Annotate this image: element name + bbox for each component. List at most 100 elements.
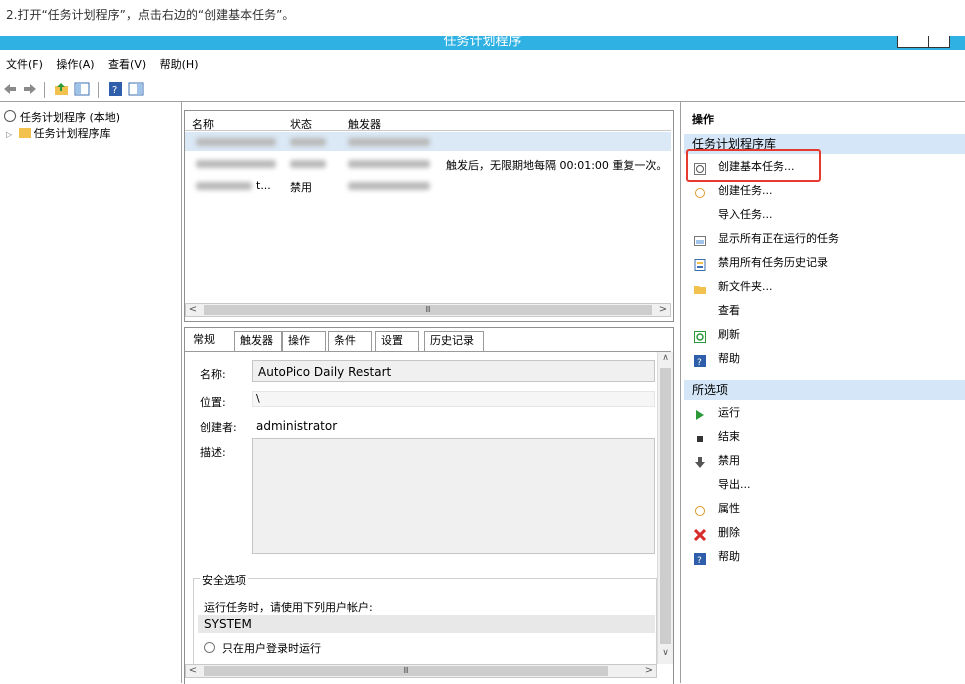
header-divider (185, 130, 671, 131)
name-label: 名称: (200, 368, 226, 381)
action-disable[interactable]: 禁用 (684, 450, 965, 472)
expand-arrow-icon[interactable]: ▷ (6, 130, 12, 139)
action-refresh[interactable]: 刷新 (684, 324, 965, 346)
section-selected-item[interactable]: 所选项 (684, 380, 965, 400)
refresh-icon (694, 329, 706, 343)
instruction-caption: 2.打开“任务计划程序”，点击右边的“创建基本任务”。 (6, 8, 295, 22)
navigation-tree: 任务计划程序 (本地) ▷ 任务计划程序库 (4, 110, 120, 142)
run-as-label: 运行任务时，请使用下列用户帐户: (204, 601, 373, 614)
action-label: 属性 (718, 502, 740, 515)
show-action-pane-icon[interactable] (128, 82, 144, 96)
scroll-thumb[interactable]: Ⅲ (204, 666, 608, 676)
action-new-folder[interactable]: 新文件夹... (684, 276, 965, 298)
task-status: 禁用 (290, 181, 312, 194)
action-show-running[interactable]: 显示所有正在运行的任务 (684, 228, 965, 250)
up-folder-icon[interactable] (54, 82, 70, 96)
action-label: 禁用 (718, 454, 740, 467)
menu-view[interactable]: 查看(V) (108, 56, 146, 72)
toolbar-divider (98, 82, 99, 98)
scroll-right-arrow-icon[interactable]: > (642, 665, 656, 677)
help-icon: ? (694, 353, 706, 368)
description-field[interactable] (252, 438, 655, 554)
action-end[interactable]: 结束 (684, 426, 965, 448)
details-vertical-scrollbar[interactable]: ∧ ∨ (657, 352, 673, 664)
action-help-selected[interactable]: ? 帮助 (684, 546, 965, 568)
action-label: 新文件夹... (718, 280, 773, 293)
forward-arrow-icon[interactable] (22, 82, 38, 96)
svg-text:?: ? (697, 556, 702, 565)
action-label: 删除 (718, 526, 740, 539)
task-list-scrollbar[interactable]: < Ⅲ > (185, 303, 671, 317)
redacted-status (290, 138, 326, 146)
highlight-box (686, 149, 821, 182)
action-view[interactable]: 查看 (684, 300, 965, 322)
location-label: 位置: (200, 396, 226, 409)
action-properties[interactable]: 属性 (684, 498, 965, 520)
action-label: 显示所有正在运行的任务 (718, 232, 839, 245)
toolbar-divider (44, 82, 45, 98)
menu-action[interactable]: 操作(A) (56, 56, 94, 72)
running-tasks-icon (694, 233, 706, 246)
action-help[interactable]: ? 帮助 (684, 348, 965, 370)
tab-history[interactable]: 历史记录 (424, 331, 484, 351)
description-label: 描述: (200, 446, 226, 459)
scroll-down-arrow-icon[interactable]: ∨ (658, 648, 673, 660)
minimize-button[interactable] (897, 36, 929, 48)
author-value: administrator (256, 419, 338, 433)
svg-text:?: ? (697, 358, 702, 367)
vertical-scroll-thumb[interactable] (660, 368, 671, 644)
actions-pane: 操作 任务计划程序库 创建基本任务... 创建任务... 导入任务... 显示所… (684, 108, 965, 683)
redacted-trigger (348, 160, 430, 168)
action-delete[interactable]: 删除 (684, 522, 965, 544)
action-label: 帮助 (718, 550, 740, 563)
help-icon[interactable]: ? (108, 82, 124, 96)
tab-general[interactable]: 常规 (188, 331, 232, 351)
tab-actions[interactable]: 操作 (282, 331, 326, 351)
menu-file[interactable]: 文件(F) (6, 56, 43, 72)
security-options-title: 安全选项 (200, 572, 248, 588)
stop-icon (694, 431, 706, 443)
trigger-text: 触发后，无限期地每隔 00:01:00 重复一次。 (446, 159, 668, 172)
action-disable-history[interactable]: 禁用所有任务历史记录 (684, 252, 965, 274)
actions-pane-title: 操作 (692, 113, 714, 126)
tab-triggers[interactable]: 触发器 (234, 331, 282, 351)
help-icon: ? (694, 551, 706, 566)
scroll-right-arrow-icon[interactable]: > (656, 304, 670, 316)
menu-help[interactable]: 帮助(H) (160, 56, 199, 72)
pane-splitter[interactable] (680, 102, 681, 683)
action-export[interactable]: 导出... (684, 474, 965, 496)
radio-logged-on[interactable] (204, 642, 215, 653)
scroll-thumb[interactable]: Ⅲ (204, 305, 652, 315)
toolbar-separator (0, 101, 965, 102)
redacted-trigger (348, 182, 430, 190)
location-field[interactable] (252, 391, 655, 407)
action-import-task[interactable]: 导入任务... (684, 204, 965, 226)
author-label: 创建者: (200, 421, 237, 434)
window-titlebar: 任务计划程序 (0, 36, 965, 50)
scroll-up-arrow-icon[interactable]: ∧ (658, 353, 673, 365)
action-create-task[interactable]: 创建任务... (684, 180, 965, 202)
details-horizontal-scrollbar[interactable]: < Ⅲ > (185, 664, 657, 678)
action-label: 运行 (718, 406, 740, 419)
back-arrow-icon[interactable] (2, 82, 18, 96)
tab-settings[interactable]: 设置 (375, 331, 419, 351)
show-hide-console-icon[interactable] (74, 82, 90, 96)
action-label: 创建任务... (718, 184, 773, 197)
action-label: 刷新 (718, 328, 740, 341)
redacted-name (196, 160, 276, 168)
redacted-status (290, 160, 326, 168)
tree-item-root[interactable]: 任务计划程序 (本地) (4, 110, 120, 126)
action-run[interactable]: 运行 (684, 402, 965, 424)
name-value: AutoPico Daily Restart (258, 365, 392, 379)
scroll-left-arrow-icon[interactable]: < (186, 665, 200, 677)
tab-conditions[interactable]: 条件 (328, 331, 372, 351)
disable-arrow-icon (694, 455, 706, 468)
tree-item-library[interactable]: ▷ 任务计划程序库 (4, 126, 120, 142)
tree-library-label: 任务计划程序库 (33, 127, 111, 140)
tab-underline (185, 351, 671, 352)
pane-splitter[interactable] (181, 102, 182, 683)
run-as-field[interactable] (198, 615, 655, 633)
action-label: 结束 (718, 430, 740, 443)
maximize-button[interactable] (928, 36, 950, 48)
scroll-left-arrow-icon[interactable]: < (186, 304, 200, 316)
